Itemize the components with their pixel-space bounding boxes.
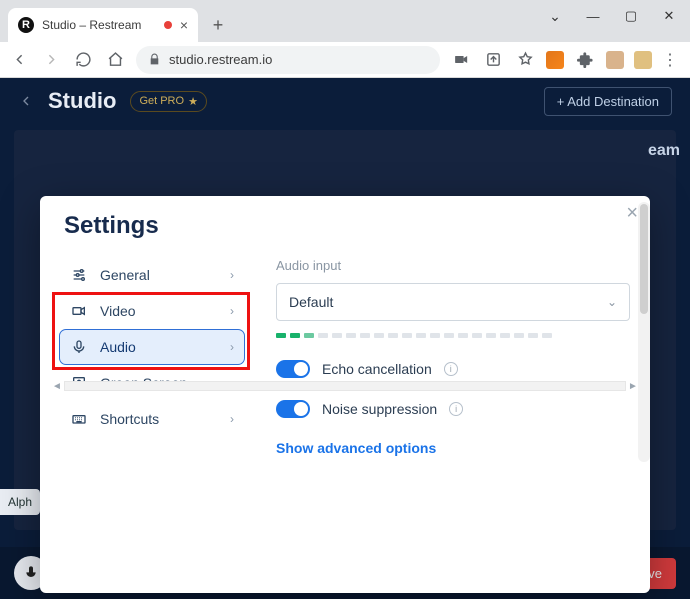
echo-cancellation-toggle[interactable] — [276, 360, 310, 378]
info-icon[interactable]: i — [444, 362, 458, 376]
recording-indicator-icon — [164, 21, 172, 29]
forward-button[interactable] — [40, 49, 62, 71]
show-advanced-link[interactable]: Show advanced options — [276, 440, 630, 456]
close-window-button[interactable]: ✕ — [652, 4, 686, 28]
window-controls: ⌄ — ▢ ✕ — [538, 4, 686, 28]
reload-button[interactable] — [72, 49, 94, 71]
modal-horizontal-scrollbar[interactable]: ◄ ► — [50, 379, 640, 393]
studio-back-button[interactable] — [18, 93, 34, 109]
nav-shortcuts[interactable]: Shortcuts › — [60, 402, 244, 436]
extensions-puzzle-icon[interactable] — [574, 49, 596, 71]
info-icon[interactable]: i — [449, 402, 463, 416]
back-button[interactable] — [8, 49, 30, 71]
star-icon: ★ — [188, 95, 198, 108]
add-destination-button[interactable]: + Add Destination — [544, 87, 672, 116]
nav-general[interactable]: General › — [60, 258, 244, 292]
new-tab-button[interactable]: + — [204, 11, 232, 39]
address-bar[interactable]: studio.restream.io — [136, 46, 440, 74]
browser-menu-button[interactable]: ⋮ — [662, 50, 678, 70]
audio-level-meter — [276, 333, 630, 338]
camera-icon[interactable] — [450, 49, 472, 71]
share-icon[interactable] — [482, 49, 504, 71]
settings-content: Audio input Default ⌄ Echo cancellation — [276, 258, 630, 456]
modal-vertical-scrollbar[interactable] — [638, 202, 650, 462]
alpha-tag: Alph — [0, 489, 40, 515]
page-title: Studio — [48, 88, 116, 114]
browser-toolbar: studio.restream.io ⋮ — [0, 42, 690, 78]
tab-title: Studio – Restream — [42, 18, 156, 32]
extension-metamask-icon[interactable] — [546, 51, 564, 69]
favicon-icon: R — [18, 17, 34, 33]
get-pro-button[interactable]: Get PRO★ — [130, 91, 207, 112]
chevron-down-icon: ⌄ — [607, 295, 617, 309]
mic-icon — [70, 339, 88, 355]
nav-label: Video — [100, 303, 136, 319]
chevron-right-icon: › — [230, 268, 234, 282]
chevron-right-icon: › — [230, 412, 234, 426]
home-button[interactable] — [104, 49, 126, 71]
scroll-right-button[interactable]: ► — [626, 379, 640, 393]
settings-modal: × Settings General › Video › — [40, 196, 650, 593]
partial-text: eam — [648, 142, 680, 160]
maximize-button[interactable]: ▢ — [614, 4, 648, 28]
tab-close-button[interactable]: × — [180, 17, 188, 33]
noise-suppression-row: Noise suppression i — [276, 400, 630, 418]
noise-suppression-toggle[interactable] — [276, 400, 310, 418]
minimize-button[interactable]: — — [576, 4, 610, 28]
select-value: Default — [289, 294, 333, 310]
window-titlebar: R Studio – Restream × + ⌄ — ▢ ✕ — [0, 0, 690, 42]
video-icon — [70, 303, 88, 319]
sliders-icon — [70, 267, 88, 283]
nav-label: Shortcuts — [100, 411, 159, 427]
toggle-label: Echo cancellation — [322, 361, 432, 377]
nav-audio[interactable]: Audio › — [60, 330, 244, 364]
extension-icon[interactable] — [606, 51, 624, 69]
audio-input-label: Audio input — [276, 258, 630, 273]
chevron-right-icon: › — [230, 304, 234, 318]
audio-input-select[interactable]: Default ⌄ — [276, 283, 630, 321]
settings-title: Settings — [54, 206, 636, 258]
echo-cancellation-row: Echo cancellation i — [276, 360, 630, 378]
keyboard-icon — [70, 411, 88, 427]
nav-label: General — [100, 267, 150, 283]
scroll-left-button[interactable]: ◄ — [50, 379, 64, 393]
bookmark-star-icon[interactable] — [514, 49, 536, 71]
browser-tab[interactable]: R Studio – Restream × — [8, 8, 198, 42]
chevron-right-icon: › — [230, 340, 234, 354]
url-text: studio.restream.io — [169, 52, 272, 67]
nav-video[interactable]: Video › — [60, 294, 244, 328]
lock-icon — [148, 53, 161, 66]
window-dropdown-button[interactable]: ⌄ — [538, 4, 572, 28]
settings-nav: General › Video › Audio › — [60, 258, 244, 456]
studio-header: Studio Get PRO★ + Add Destination — [0, 78, 690, 124]
toggle-label: Noise suppression — [322, 401, 437, 417]
extension-icon-2[interactable] — [634, 51, 652, 69]
app-page: Studio Get PRO★ + Add Destination eam Al… — [0, 78, 690, 599]
nav-label: Audio — [100, 339, 136, 355]
